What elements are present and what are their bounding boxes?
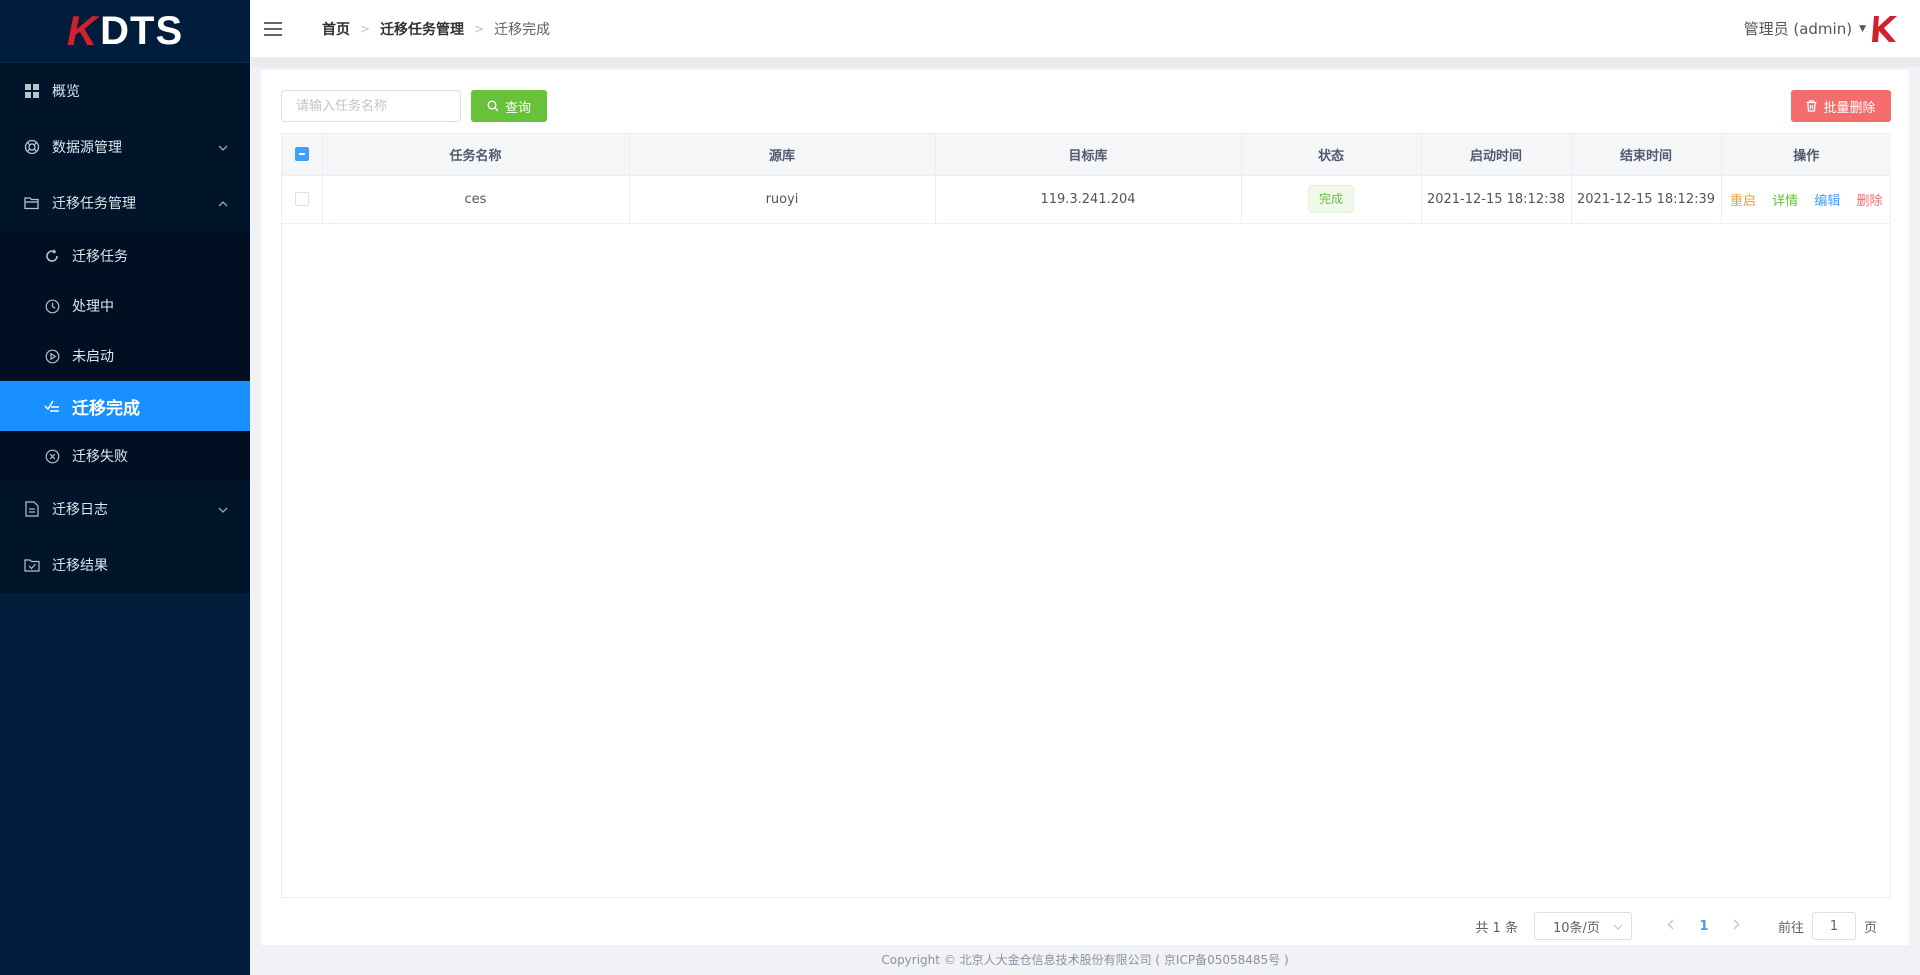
status-badge: 完成	[1307, 185, 1354, 213]
clock-icon	[44, 298, 60, 314]
status-cell: 完成	[1241, 175, 1422, 224]
sidebar-subitem-not-started[interactable]: 未启动	[0, 331, 250, 381]
sidebar-item-overview[interactable]: 概览	[0, 63, 250, 119]
user-name: 管理员 (admin)	[1743, 20, 1853, 38]
end-time-cell: 2021-12-15 18:12:39	[1571, 175, 1722, 224]
chevron-down-icon	[218, 140, 228, 154]
breadcrumb: 首页 > 迁移任务管理 > 迁移完成	[322, 19, 550, 39]
column-header: 结束时间	[1571, 134, 1722, 176]
select-all-cell	[282, 134, 323, 176]
sidebar-item-datasource[interactable]: 数据源管理	[0, 119, 250, 175]
task-name-cell: ces	[322, 175, 630, 224]
prev-page-icon[interactable]	[1656, 919, 1686, 934]
column-header: 启动时间	[1421, 134, 1572, 176]
close-circle-icon	[44, 448, 60, 464]
sidebar-subitem-failed[interactable]: 迁移失败	[0, 431, 250, 481]
start-time-cell: 2021-12-15 18:12:38	[1421, 175, 1572, 224]
task-name-search-input[interactable]	[281, 90, 461, 122]
caret-down-icon: ▼	[1859, 23, 1866, 34]
sidebar-item-label: 迁移日志	[52, 502, 108, 518]
sidebar-subitem-migration-task[interactable]: 迁移任务	[0, 231, 250, 281]
query-button[interactable]: 查询	[471, 90, 547, 122]
sidebar-subitem-completed[interactable]: 迁移完成	[0, 381, 250, 431]
tasks-table: 任务名称 源库 目标库 状态 启动时间 结束时间 操作 ces ruoyi 11…	[281, 133, 1891, 898]
column-header: 状态	[1241, 134, 1422, 176]
sidebar-subitem-label: 迁移任务	[72, 249, 128, 265]
user-dropdown[interactable]: 管理员 (admin) ▼	[1744, 18, 1866, 39]
chevron-up-icon	[218, 196, 228, 210]
submenu-migration-tasks: 迁移任务 处理中 未启动 迁移完成 迁移失败	[0, 231, 250, 481]
breadcrumb-current: 迁移完成	[494, 21, 551, 38]
play-circle-icon	[44, 348, 60, 364]
header-divider	[250, 57, 1920, 67]
trash-icon	[1806, 100, 1817, 112]
folder-check-icon	[24, 557, 40, 573]
goto-page-input[interactable]	[1811, 912, 1856, 940]
page-number[interactable]: 1	[1686, 919, 1722, 934]
next-page-icon[interactable]	[1722, 919, 1752, 934]
row-checkbox[interactable]	[294, 192, 309, 206]
check-list-icon	[44, 398, 60, 414]
app-logo[interactable]: K DTS	[0, 0, 250, 63]
target-db-cell: 119.3.241.204	[935, 175, 1242, 224]
edit-link[interactable]: 编辑	[1814, 194, 1840, 209]
sidebar-item-label: 迁移任务管理	[52, 196, 136, 212]
dashboard-icon	[24, 83, 40, 99]
pagination-total: 共 1 条	[1475, 920, 1518, 936]
sidebar-subitem-processing[interactable]: 处理中	[0, 281, 250, 331]
sidebar-item-migration-result[interactable]: 迁移结果	[0, 537, 250, 593]
lifebuoy-icon	[24, 139, 40, 155]
breadcrumb-migration-tasks[interactable]: 迁移任务管理	[380, 19, 464, 39]
source-db-cell: ruoyi	[629, 175, 936, 224]
restart-link[interactable]: 重启	[1730, 194, 1756, 209]
sidebar-item-label: 概览	[52, 84, 80, 100]
footer-copyright: Copyright © 北京人大金仓信息技术股份有限公司 ( 京ICP备0505…	[250, 945, 1920, 975]
chevron-down-icon	[1613, 920, 1623, 933]
chevron-down-icon	[218, 502, 228, 516]
search-icon	[487, 100, 499, 112]
breadcrumb-home[interactable]: 首页	[322, 19, 350, 39]
column-header: 操作	[1721, 134, 1891, 176]
sidebar-menu: 概览 数据源管理 迁移任务管理 迁移任务 处理中 未启动 迁移完成 迁移失败 迁…	[0, 63, 250, 593]
logo-k: K	[66, 7, 99, 54]
detail-link[interactable]: 详情	[1772, 194, 1798, 209]
pagination: 共 1 条 10条/页 1 前往 页	[1475, 912, 1877, 940]
breadcrumb-separator-icon: >	[474, 21, 485, 36]
table-row: ces ruoyi 119.3.241.204 完成 2021-12-15 18…	[282, 175, 1891, 224]
page-size-value: 10条/页	[1552, 920, 1600, 936]
refresh-icon	[44, 248, 60, 264]
sidebar-subitem-label: 迁移完成	[72, 398, 140, 419]
document-icon	[24, 501, 40, 517]
row-select-cell	[282, 175, 323, 224]
delete-link[interactable]: 删除	[1856, 194, 1882, 209]
batch-delete-button[interactable]: 批量删除	[1791, 90, 1891, 122]
query-button-label: 查询	[504, 100, 531, 116]
sidebar-item-label: 数据源管理	[52, 140, 122, 156]
batch-delete-label: 批量删除	[1823, 100, 1876, 116]
brand-logo-icon	[1872, 16, 1897, 42]
sidebar-subitem-label: 未启动	[72, 349, 114, 365]
sidebar-subitem-label: 迁移失败	[72, 449, 128, 465]
sidebar: K DTS 概览 数据源管理 迁移任务管理 迁移任务 处理中 未启动 迁移完成 …	[0, 0, 250, 975]
actions-cell: 重启 详情 编辑 删除	[1721, 175, 1891, 224]
logo-text: DTS	[100, 8, 184, 53]
top-header: 首页 > 迁移任务管理 > 迁移完成 管理员 (admin) ▼	[250, 0, 1920, 57]
column-header: 目标库	[935, 134, 1242, 176]
sidebar-item-migration-log[interactable]: 迁移日志	[0, 481, 250, 537]
main-card: 查询 批量删除 任务名称 源库 目标库 状态 启动时间 结束时间 操作	[261, 70, 1909, 945]
sidebar-item-label: 迁移结果	[52, 558, 108, 574]
sidebar-subitem-label: 处理中	[72, 299, 114, 315]
page-size-select[interactable]: 10条/页	[1533, 912, 1632, 940]
menu-toggle-icon[interactable]	[264, 21, 282, 36]
column-header: 源库	[629, 134, 936, 176]
select-all-checkbox[interactable]	[294, 147, 309, 162]
sidebar-item-migration-tasks[interactable]: 迁移任务管理	[0, 175, 250, 231]
folder-open-icon	[24, 195, 40, 211]
goto-suffix: 页	[1863, 920, 1877, 936]
goto-label: 前往	[1777, 920, 1804, 936]
table-header-row: 任务名称 源库 目标库 状态 启动时间 结束时间 操作	[282, 134, 1891, 176]
column-header: 任务名称	[322, 134, 630, 176]
breadcrumb-separator-icon: >	[360, 21, 371, 36]
